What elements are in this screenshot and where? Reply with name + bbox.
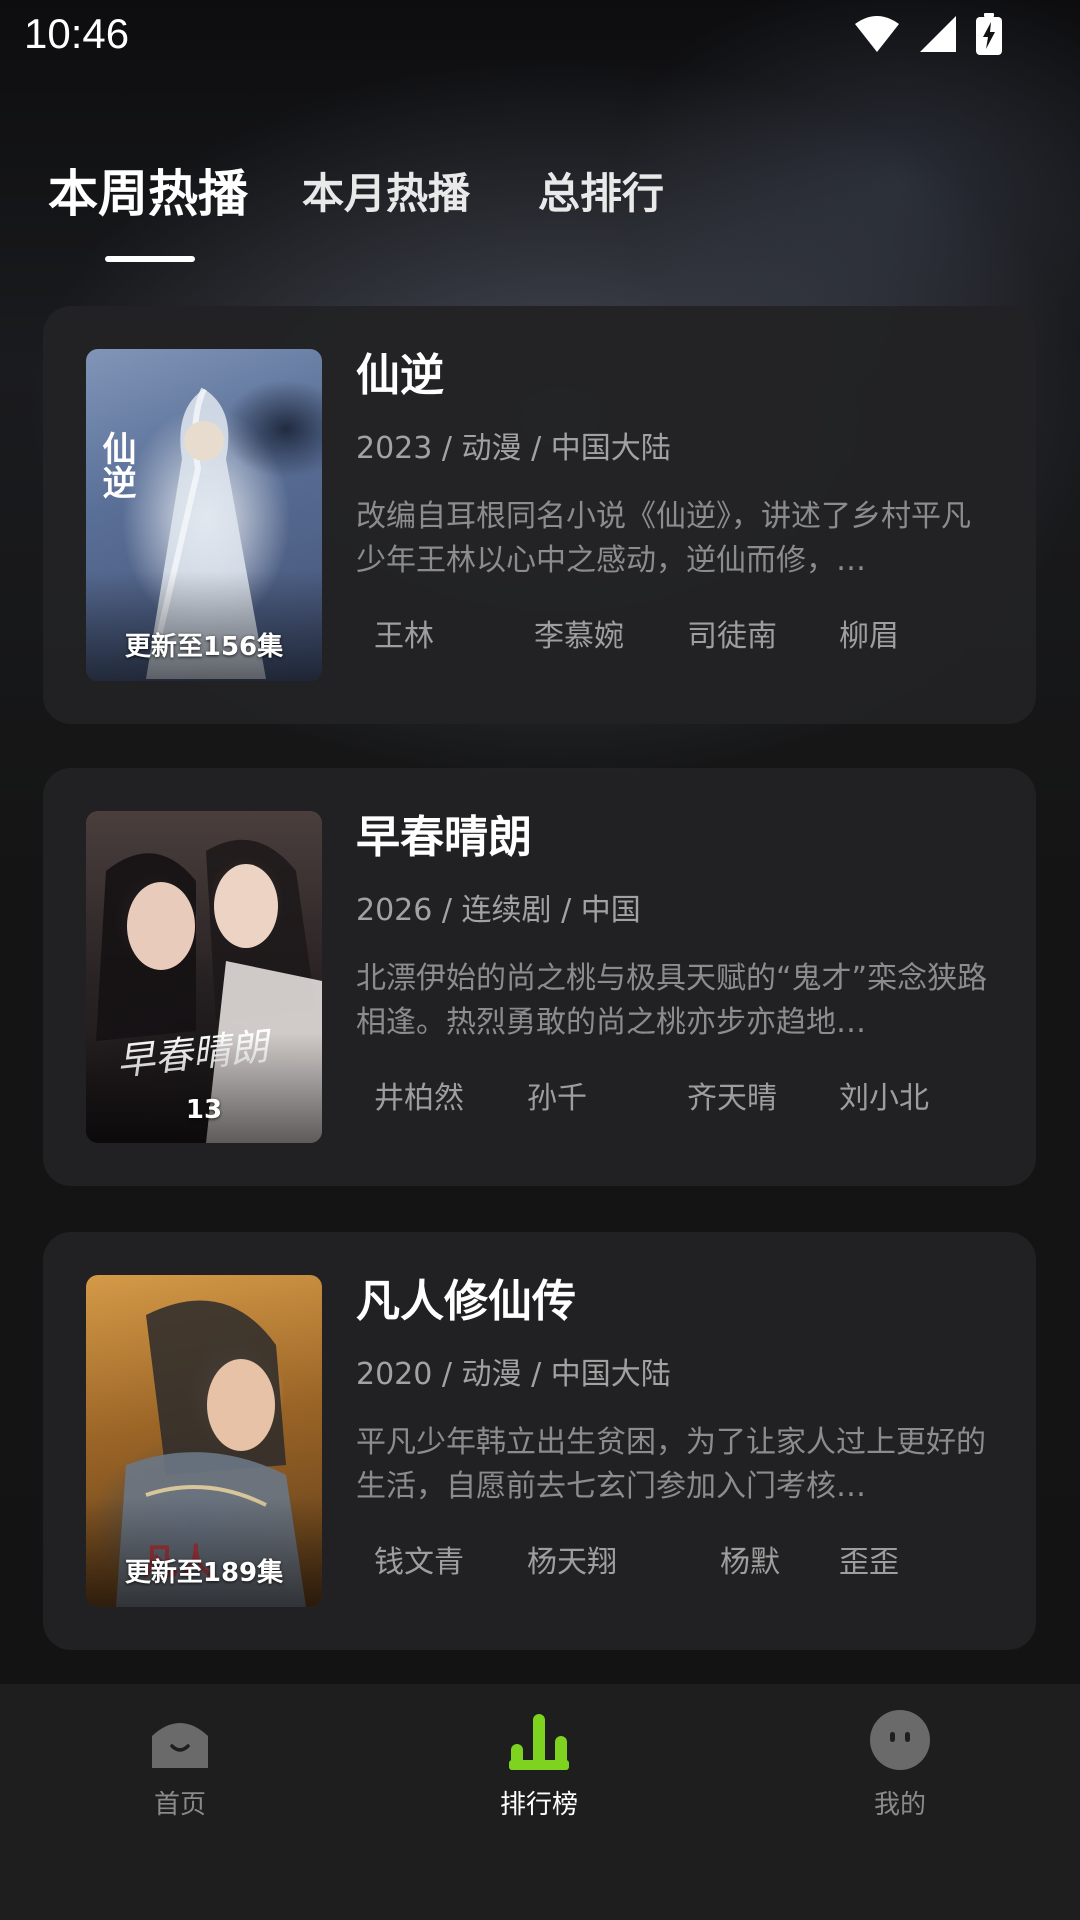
cast-list: 王林 李慕婉 司徒南 柳眉 bbox=[356, 611, 996, 654]
status-time: 10:46 bbox=[24, 10, 130, 57]
nav-ranking-label: 排行榜 bbox=[499, 1790, 578, 1820]
cast-member[interactable]: 刘小北 bbox=[839, 1073, 929, 1117]
nav-home[interactable]: 首页 bbox=[80, 1684, 280, 1834]
episode-badge: 更新至156集 bbox=[124, 632, 284, 662]
home-icon bbox=[148, 1708, 212, 1772]
nav-profile-label: 我的 bbox=[873, 1790, 926, 1820]
poster-logo: 仙逆 bbox=[96, 431, 136, 499]
cast-member[interactable]: 钱文青 bbox=[374, 1537, 464, 1581]
cast-member[interactable]: 歪歪 bbox=[839, 1537, 899, 1581]
signal-icon bbox=[918, 14, 958, 58]
ranking-card[interactable]: 仙逆 更新至156集 仙逆 2023 / 动漫 / 中国大陆 改编自耳根同名小说… bbox=[43, 306, 1036, 724]
item-info: 仙逆 2023 / 动漫 / 中国大陆 改编自耳根同名小说《仙逆》，讲述了乡村平… bbox=[356, 349, 996, 654]
cast-list: 钱文青 杨天翔 杨默 歪歪 bbox=[356, 1537, 996, 1580]
nav-profile[interactable]: 我的 bbox=[800, 1684, 1000, 1834]
episode-badge: 更新至189集 bbox=[124, 1558, 284, 1588]
poster-image: 早春晴朗 13 bbox=[86, 811, 322, 1143]
wifi-icon bbox=[854, 14, 900, 58]
battery-charging-icon bbox=[976, 13, 1002, 59]
item-title: 凡人修仙传 bbox=[356, 1276, 576, 1327]
item-description: 北漂伊始的尚之桃与极具天赋的“鬼才”栾念狭路相逢。热烈勇敢的尚之桃亦步亦趋地… bbox=[356, 961, 988, 1040]
item-description: 平凡少年韩立出生贫困，为了让家人过上更好的生活，自愿前去七玄门参加入门考核… bbox=[356, 1425, 986, 1504]
nav-home-label: 首页 bbox=[153, 1790, 206, 1820]
bottom-nav: 首页 排行榜 我的 bbox=[0, 1684, 1080, 1920]
tab-weekly[interactable]: 本周热播 bbox=[48, 154, 248, 226]
episode-badge: 13 bbox=[185, 1095, 223, 1125]
item-meta: 2023 / 动漫 / 中国大陆 bbox=[356, 431, 671, 466]
ranking-icon bbox=[507, 1708, 571, 1772]
item-title: 仙逆 bbox=[356, 350, 444, 401]
ranking-card[interactable]: 凡人 更新至189集 凡人修仙传 2020 / 动漫 / 中国大陆 平凡少年韩立… bbox=[43, 1232, 1036, 1650]
cast-member[interactable]: 柳眉 bbox=[839, 611, 899, 655]
cast-list: 井柏然 孙千 齐天晴 刘小北 bbox=[356, 1073, 996, 1116]
item-info: 凡人修仙传 2020 / 动漫 / 中国大陆 平凡少年韩立出生贫困，为了让家人过… bbox=[356, 1275, 996, 1580]
ranking-screen: 10:46 本周热播 本月热播 总排行 仙逆 更新至156集 仙逆 2023 /… bbox=[0, 0, 1080, 1920]
nav-ranking[interactable]: 排行榜 bbox=[439, 1684, 639, 1834]
cast-member[interactable]: 孙千 bbox=[527, 1073, 587, 1117]
cast-member[interactable]: 司徒南 bbox=[687, 611, 777, 655]
poster-shade bbox=[86, 1033, 322, 1143]
poster-image: 凡人 更新至189集 bbox=[86, 1275, 322, 1607]
cast-member[interactable]: 齐天晴 bbox=[687, 1073, 777, 1117]
tab-overall[interactable]: 总排行 bbox=[538, 160, 664, 221]
item-description: 改编自耳根同名小说《仙逆》，讲述了乡村平凡少年王林以心中之感动，逆仙而修，… bbox=[356, 499, 971, 578]
profile-icon bbox=[868, 1708, 932, 1772]
tab-monthly[interactable]: 本月热播 bbox=[302, 160, 470, 221]
item-meta: 2020 / 动漫 / 中国大陆 bbox=[356, 1357, 671, 1392]
tab-indicator bbox=[105, 256, 195, 262]
cast-member[interactable]: 井柏然 bbox=[374, 1073, 464, 1117]
cast-member[interactable]: 杨天翔 bbox=[527, 1537, 617, 1581]
status-bar: 10:46 bbox=[0, 0, 1080, 72]
cast-member[interactable]: 李慕婉 bbox=[534, 611, 624, 655]
item-title: 早春晴朗 bbox=[356, 812, 532, 863]
poster-image: 仙逆 更新至156集 bbox=[86, 349, 322, 681]
ranking-card[interactable]: 早春晴朗 13 早春晴朗 2026 / 连续剧 / 中国 北漂伊始的尚之桃与极具… bbox=[43, 768, 1036, 1186]
cast-member[interactable]: 杨默 bbox=[720, 1537, 780, 1581]
status-icons bbox=[854, 13, 1002, 59]
item-info: 早春晴朗 2026 / 连续剧 / 中国 北漂伊始的尚之桃与极具天赋的“鬼才”栾… bbox=[356, 811, 996, 1116]
item-meta: 2026 / 连续剧 / 中国 bbox=[356, 893, 641, 928]
cast-member[interactable]: 王林 bbox=[374, 611, 434, 655]
